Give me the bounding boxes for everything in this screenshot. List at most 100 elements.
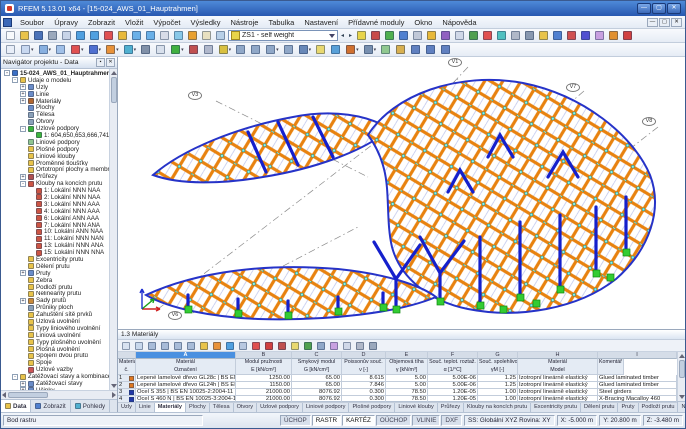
table-export-excel-button[interactable] <box>302 340 314 352</box>
tab-data[interactable]: Data <box>1 400 31 412</box>
tree-expander[interactable]: + <box>20 84 26 90</box>
menu-item[interactable]: Okno <box>409 17 437 28</box>
menu-item[interactable]: Výpočet <box>148 17 185 28</box>
tree-item[interactable]: Spojení dvou prutů <box>1 353 109 360</box>
menu-item[interactable]: Nápověda <box>437 17 481 28</box>
tree-expander[interactable]: + <box>20 98 26 104</box>
status-toggle[interactable]: KARTÉZ <box>342 415 375 426</box>
plane-yz-button[interactable] <box>439 44 453 56</box>
tree-item[interactable]: 1: 604,650,653,666,741-743,7... <box>1 132 109 139</box>
snap-button[interactable] <box>565 30 578 42</box>
clipping-button[interactable] <box>495 30 508 42</box>
tree-item[interactable]: Typy plošného uvolnění <box>1 339 109 346</box>
grid-button[interactable] <box>523 30 536 42</box>
new-opening-button[interactable] <box>154 44 168 56</box>
table-filter-button[interactable] <box>133 340 145 352</box>
move-object-button[interactable] <box>249 44 263 56</box>
tree-item[interactable]: Podloží prutu <box>1 284 109 291</box>
select-button[interactable] <box>4 44 18 56</box>
new-load-button[interactable]: ▾ <box>217 44 234 56</box>
column-letter[interactable] <box>118 352 136 359</box>
axis-label[interactable]: V1 <box>448 58 462 67</box>
status-toggle[interactable]: ÚCHOP <box>280 415 311 426</box>
table-print-button[interactable] <box>367 340 379 352</box>
table-fx-button[interactable] <box>341 340 353 352</box>
column-letter[interactable]: B <box>236 352 292 359</box>
show-loads-button[interactable] <box>383 30 396 42</box>
previous-view-button[interactable] <box>54 44 68 56</box>
settings-button[interactable] <box>509 30 522 42</box>
table-calc-button[interactable] <box>315 340 327 352</box>
axis-label[interactable]: V8 <box>642 117 656 126</box>
tree-item[interactable]: Nelinearity prutu <box>1 291 109 298</box>
tree-item[interactable]: 6: Lokální ANN AAA <box>1 215 109 222</box>
tree-item[interactable]: + Zatěžovací stavy <box>1 380 109 387</box>
tree-expander[interactable]: + <box>20 298 26 304</box>
status-toggle[interactable]: DXF <box>441 415 462 426</box>
tree-item[interactable]: Průniky ploch <box>1 304 109 311</box>
menu-item[interactable]: Výsledky <box>186 17 226 28</box>
tree-item[interactable]: + Průřezy <box>1 173 109 180</box>
table-search-button[interactable] <box>211 340 223 352</box>
table-next-button[interactable] <box>172 340 184 352</box>
tree-item[interactable]: Liniové podpory <box>1 139 109 146</box>
material-row[interactable]: 3 Ocel S 355 | BS EN 10025-2:2004-11 210… <box>118 389 677 396</box>
numbering-button[interactable]: ▾ <box>362 44 379 56</box>
plane-xz-button[interactable] <box>424 44 438 56</box>
tree-item[interactable]: Zahuštění sítě prvků <box>1 311 109 318</box>
redo-button[interactable] <box>88 30 101 42</box>
modules-button[interactable] <box>439 30 452 42</box>
table-refresh-button[interactable] <box>198 340 210 352</box>
display-properties-button[interactable] <box>379 44 393 56</box>
tab-zobrazit[interactable]: Zobrazit <box>31 400 70 412</box>
report-button[interactable] <box>453 30 466 42</box>
new-line-button[interactable]: ▾ <box>87 44 104 56</box>
table-tab[interactable]: Materiály <box>155 402 186 412</box>
tree-item[interactable]: Spoje <box>1 359 109 366</box>
next-load-case-button[interactable]: ▸ <box>347 30 354 42</box>
column-header[interactable]: Smykový modulG [kN/cm²] <box>292 359 342 375</box>
tree-item[interactable]: Uzlové vazby <box>1 366 109 373</box>
zoom-out-button[interactable] <box>144 30 157 42</box>
load-case-combobox[interactable]: ZS1 - self weight <box>228 30 338 41</box>
model-view[interactable]: V3V1V7V8V6 <box>118 57 685 329</box>
tree-item[interactable]: 15: Lokální NNN NNA <box>1 249 109 256</box>
material-row[interactable]: 2 Lepené lamelové dřevo GL24h | BS EN 1 … <box>118 382 677 389</box>
material-row[interactable]: 1 Lepené lamelové dřevo GL28c | BS EN 14… <box>118 375 677 382</box>
table-tab[interactable]: Klouby na koncích prutu <box>464 402 531 412</box>
tree-item[interactable]: Otvory <box>1 118 109 125</box>
column-header[interactable]: Modul pružnostiE [kN/cm²] <box>236 359 292 375</box>
tree-item[interactable]: 2: Lokální NNN NAA <box>1 194 109 201</box>
tree-item[interactable]: Tělesa <box>1 111 109 118</box>
table-tab[interactable]: Průřezy <box>438 402 464 412</box>
tree-item[interactable]: + Uzly <box>1 84 109 91</box>
tree-item[interactable]: 10: Lokální ANN NAA <box>1 228 109 235</box>
tree-expander[interactable]: + <box>20 91 26 97</box>
navigator-scrollbar[interactable] <box>109 69 117 390</box>
minimize-button[interactable]: — <box>637 3 651 14</box>
column-letter[interactable]: I <box>598 352 677 359</box>
new-file-button[interactable] <box>4 30 17 42</box>
column-header[interactable]: Poissonův souč.ν [-] <box>342 359 386 375</box>
tree-item[interactable]: + Sady prutů <box>1 297 109 304</box>
tree-expander[interactable]: - <box>20 126 26 132</box>
previous-load-case-button[interactable]: ◂ <box>339 30 346 42</box>
navigator-hscrollbar[interactable] <box>1 390 117 399</box>
open-file-button[interactable] <box>18 30 31 42</box>
new-node-button[interactable]: ▾ <box>69 44 86 56</box>
column-header[interactable]: Souč. teplot. roztaž.α [1/°C] <box>428 359 478 375</box>
table-tab[interactable]: Liniové klouby <box>395 402 437 412</box>
table-scrollbar[interactable] <box>677 352 685 401</box>
table-tab[interactable]: Uzlové podpory <box>257 402 303 412</box>
visibility-button[interactable] <box>481 30 494 42</box>
column-letter[interactable]: G <box>478 352 518 359</box>
generate-button[interactable] <box>425 30 438 42</box>
tree-item[interactable]: + Materiály <box>1 98 109 105</box>
new-support-button[interactable]: ▾ <box>169 44 186 56</box>
tree-item[interactable]: 11: Lokální NNN NAN <box>1 235 109 242</box>
undo-button[interactable] <box>74 30 87 42</box>
isometric-view-button[interactable] <box>172 30 185 42</box>
table-first-button[interactable] <box>146 340 158 352</box>
tree-item[interactable]: Plochy <box>1 104 109 111</box>
save-button[interactable] <box>32 30 45 42</box>
